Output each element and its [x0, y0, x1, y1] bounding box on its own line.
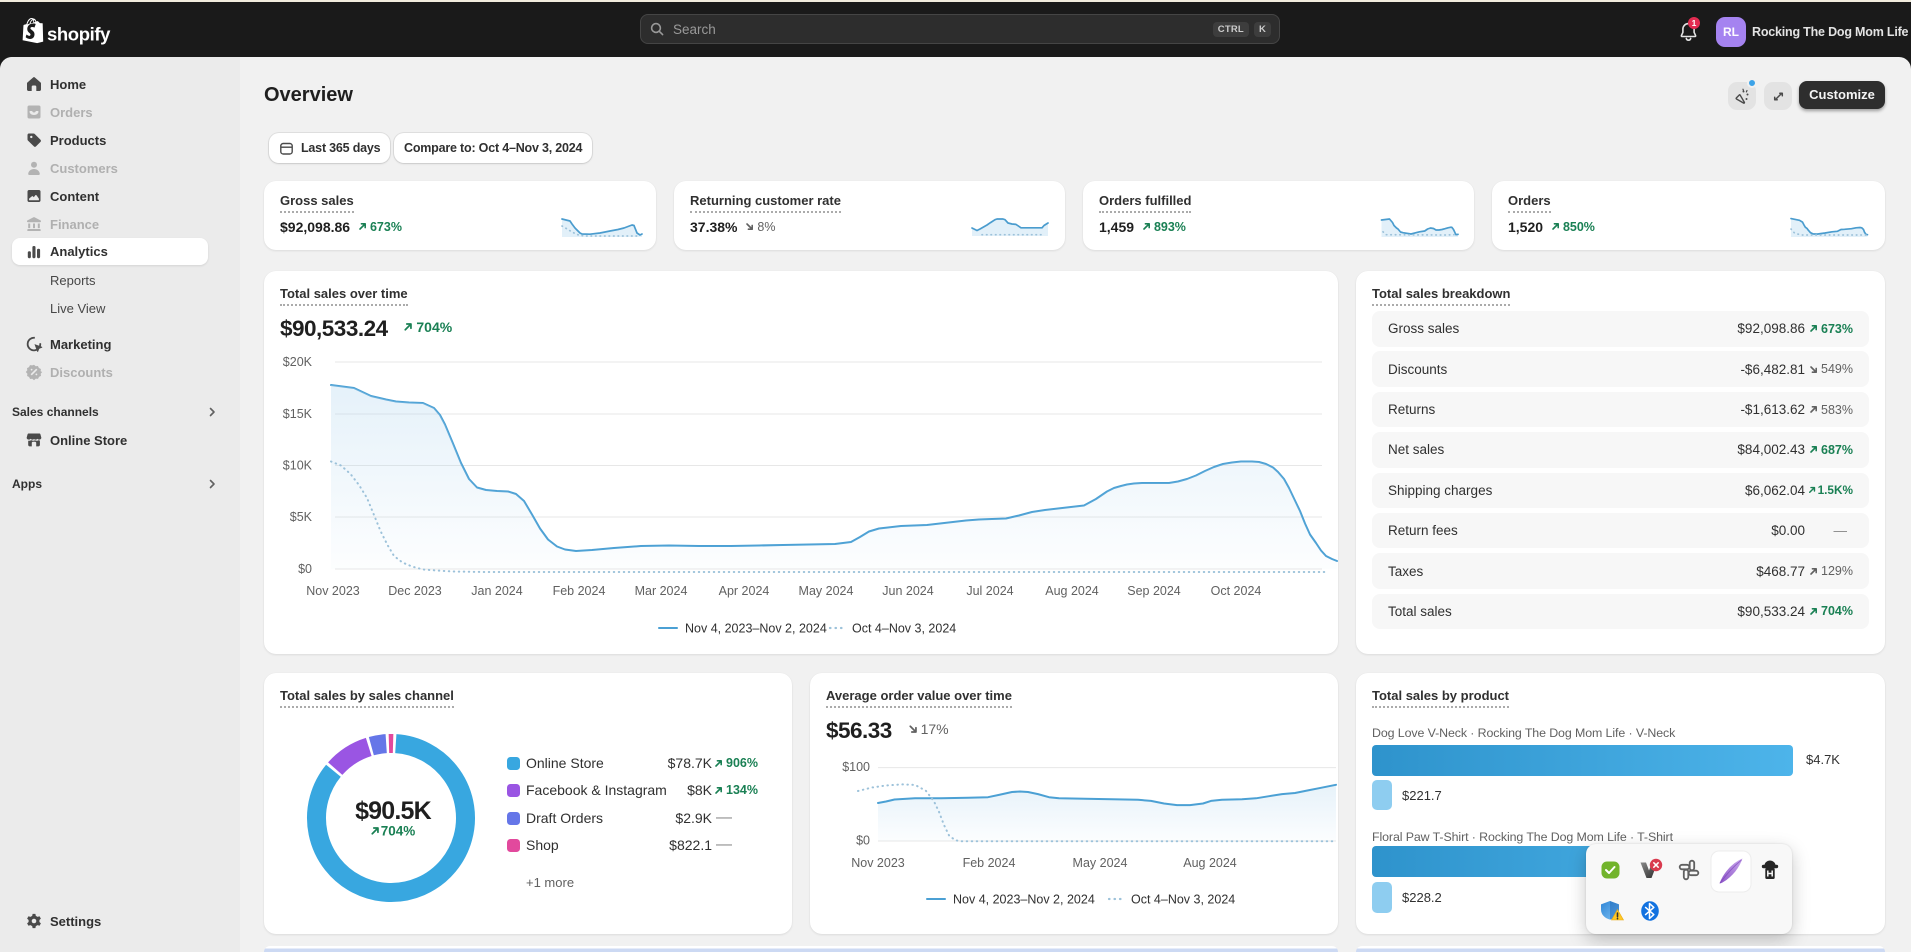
svg-text:shopify: shopify	[47, 24, 111, 45]
svg-text:$0: $0	[856, 834, 870, 848]
svg-text:Dec 2023: Dec 2023	[388, 584, 442, 598]
svg-text:Feb 2024: Feb 2024	[553, 584, 606, 598]
svg-text:Feb 2024: Feb 2024	[963, 856, 1016, 870]
svg-text:$15K: $15K	[283, 407, 313, 421]
svg-text:704%: 704%	[381, 824, 416, 839]
svg-text:May 2024: May 2024	[1073, 856, 1128, 870]
svg-text:Mar 2024: Mar 2024	[635, 584, 688, 598]
svg-text:$5K: $5K	[290, 510, 313, 524]
svg-text:$100: $100	[842, 760, 870, 774]
svg-text:Oct 4–Nov 3, 2024: Oct 4–Nov 3, 2024	[1131, 893, 1235, 907]
svg-text:Jun 2024: Jun 2024	[882, 584, 933, 598]
svg-text:Oct 2024: Oct 2024	[1211, 584, 1262, 598]
svg-text:Jan 2024: Jan 2024	[471, 584, 522, 598]
svg-text:Aug 2024: Aug 2024	[1045, 584, 1099, 598]
svg-text:$10K: $10K	[283, 459, 313, 473]
svg-text:$0: $0	[298, 562, 312, 576]
svg-text:May 2024: May 2024	[799, 584, 854, 598]
svg-text:Nov 2023: Nov 2023	[306, 584, 360, 598]
svg-text:$20K: $20K	[283, 355, 313, 369]
svg-text:Aug 2024: Aug 2024	[1183, 856, 1237, 870]
svg-text:Oct 4–Nov 3, 2024: Oct 4–Nov 3, 2024	[852, 622, 956, 636]
svg-text:Nov 4, 2023–Nov 2, 2024: Nov 4, 2023–Nov 2, 2024	[953, 893, 1095, 907]
svg-text:$90.5K: $90.5K	[355, 797, 432, 825]
svg-text:Apr 2024: Apr 2024	[719, 584, 770, 598]
svg-text:Nov 2023: Nov 2023	[851, 856, 905, 870]
svg-text:Sep 2024: Sep 2024	[1127, 584, 1181, 598]
svg-text:Nov 4, 2023–Nov 2, 2024: Nov 4, 2023–Nov 2, 2024	[685, 622, 827, 636]
svg-text:Jul 2024: Jul 2024	[966, 584, 1013, 598]
